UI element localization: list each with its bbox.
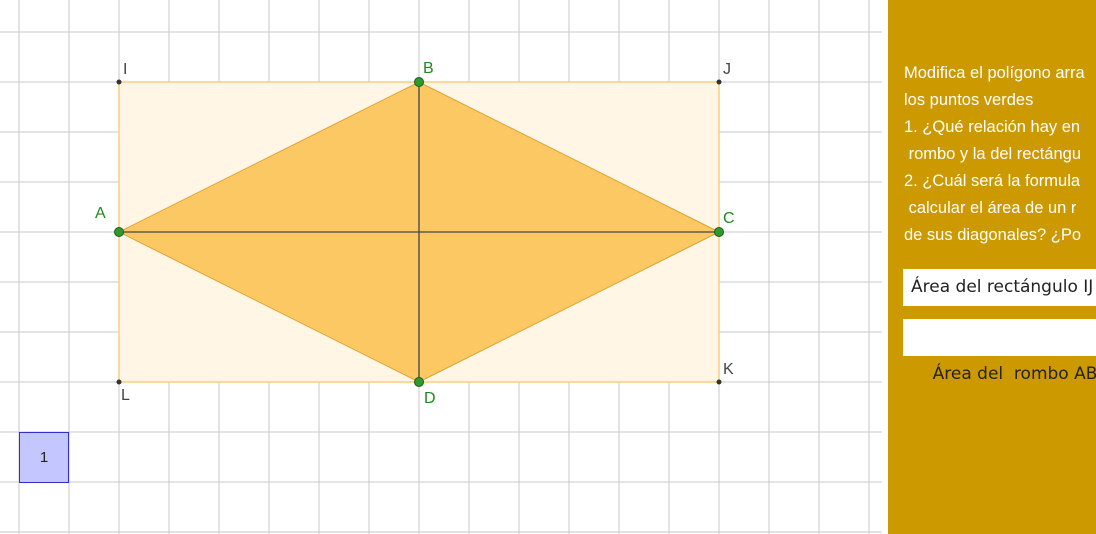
label-point-a: A: [95, 205, 106, 222]
label-point-d: D: [424, 390, 436, 407]
instruction-line: 1. ¿Qué relación hay en: [904, 118, 1081, 136]
point-j: [716, 79, 722, 85]
instruction-line: calcular el área de un r: [904, 199, 1077, 217]
point-c[interactable]: [714, 227, 724, 237]
counter-box[interactable]: 1: [19, 432, 69, 483]
label-point-l: L: [121, 387, 130, 404]
area-rhombus-field[interactable]: Área del rombo ABC: [903, 319, 1096, 384]
area-rectangle-field[interactable]: Área del rectángulo IJ: [903, 269, 1096, 306]
label-point-b: B: [423, 60, 434, 77]
point-a[interactable]: [114, 227, 124, 237]
side-panel: Modifica el polígono arra los puntos ver…: [888, 0, 1096, 534]
point-k: [716, 379, 722, 385]
grid-drawing[interactable]: [0, 0, 882, 534]
label-point-j: J: [723, 61, 731, 78]
point-i: [116, 79, 122, 85]
label-point-i: I: [123, 61, 128, 78]
instruction-line: 2. ¿Cuál será la formula: [904, 172, 1081, 190]
instruction-line: los puntos verdes: [904, 91, 1034, 109]
point-d[interactable]: [414, 377, 424, 387]
area-rhombus-label: Área del rombo ABC: [932, 364, 1096, 384]
instruction-line: rombo y la del rectángu: [904, 145, 1082, 163]
instruction-line: Modifica el polígono arra: [904, 64, 1085, 82]
counter-value: 1: [39, 449, 49, 466]
point-l: [116, 379, 122, 385]
instruction-line: de sus diagonales? ¿Po: [904, 226, 1082, 244]
area-rectangle-label: Área del rectángulo IJ: [911, 277, 1094, 297]
geometry-canvas[interactable]: A B C D I J K L 1: [0, 0, 882, 534]
instructions-text: Modifica el polígono arra los puntos ver…: [904, 60, 1096, 249]
label-point-k: K: [723, 361, 734, 378]
point-b[interactable]: [414, 77, 424, 87]
label-point-c: C: [723, 210, 735, 227]
